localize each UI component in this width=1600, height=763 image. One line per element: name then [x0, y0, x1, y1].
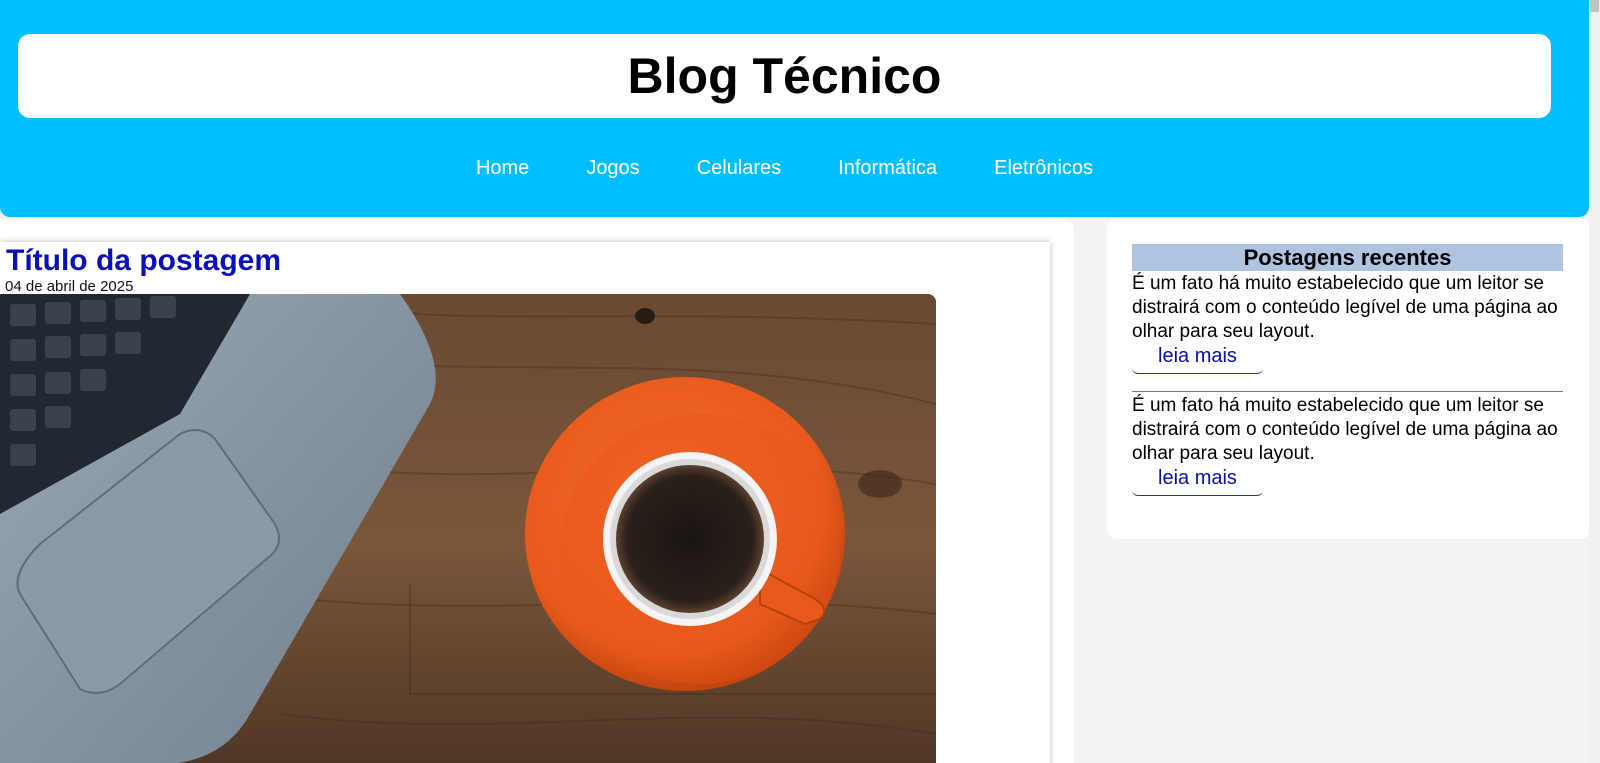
- nav-home[interactable]: Home: [476, 152, 529, 184]
- nav-jogos[interactable]: Jogos: [586, 152, 639, 184]
- read-more-link[interactable]: leia mais: [1132, 344, 1263, 374]
- nav-informatica[interactable]: Informática: [838, 152, 937, 184]
- post-title[interactable]: Título da postagem: [6, 244, 281, 278]
- post-image: [0, 294, 936, 763]
- post-card: Título da postagem 04 de abril de 2025: [0, 242, 1050, 763]
- site-header: Blog Técnico Home Jogos Celulares Inform…: [0, 0, 1589, 217]
- recent-post-item: É um fato há muito estabelecido que um l…: [1132, 394, 1563, 496]
- nav-eletronicos[interactable]: Eletrônicos: [994, 152, 1093, 184]
- main-content: Título da postagem 04 de abril de 2025: [0, 219, 1074, 763]
- main-nav: Home Jogos Celulares Informática Eletrôn…: [0, 152, 1569, 184]
- sidebar: Postagens recentes É um fato há muito es…: [1107, 219, 1590, 539]
- nav-celulares[interactable]: Celulares: [697, 152, 781, 184]
- title-box: Blog Técnico: [18, 34, 1551, 118]
- recent-posts-heading: Postagens recentes: [1132, 244, 1563, 271]
- vertical-scrollbar[interactable]: [1589, 0, 1600, 763]
- recent-post-text: É um fato há muito estabelecido que um l…: [1132, 273, 1558, 342]
- scroll-thumb[interactable]: [1590, 0, 1599, 12]
- read-more-link[interactable]: leia mais: [1132, 466, 1263, 496]
- recent-post-item: É um fato há muito estabelecido que um l…: [1132, 272, 1563, 374]
- recent-post-text: É um fato há muito estabelecido que um l…: [1132, 395, 1558, 464]
- site-title: Blog Técnico: [627, 48, 942, 104]
- post-date: 04 de abril de 2025: [5, 278, 134, 295]
- divider: [1132, 391, 1563, 392]
